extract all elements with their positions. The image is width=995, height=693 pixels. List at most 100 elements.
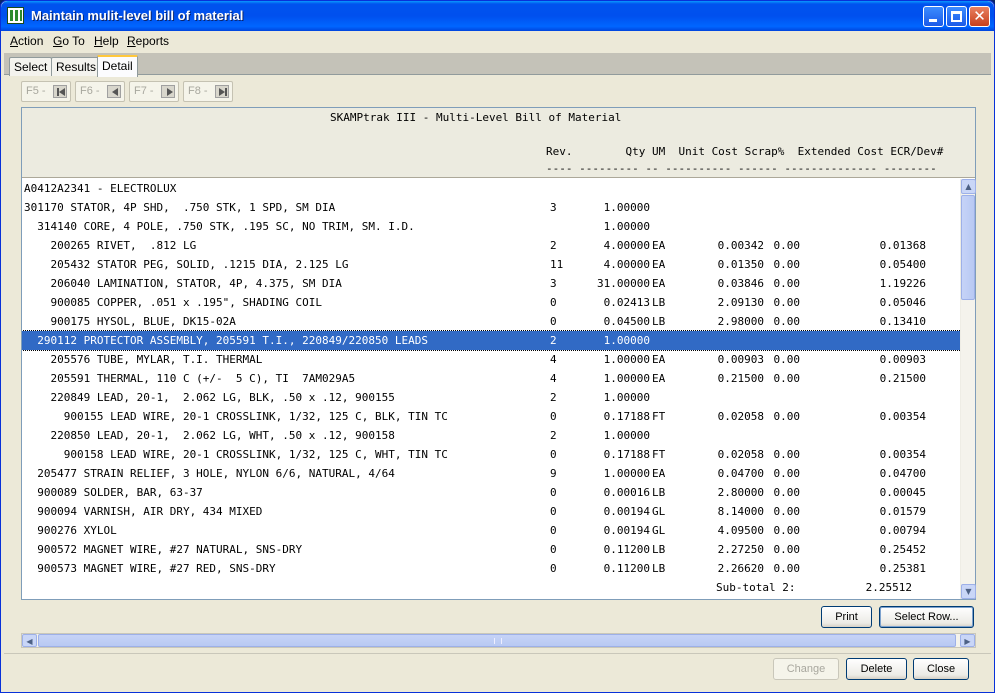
cell-um: LB [652,296,666,309]
next-record-button[interactable]: F7 - [129,81,179,102]
cell-ext: 0.13410 [879,315,926,328]
cell-desc: 900085 COPPER, .051 x .195", SHADING COI… [24,296,323,309]
tab-results[interactable]: Results [51,57,102,76]
previous-record-button[interactable]: F6 - [75,81,125,102]
main-window: Maintain mulit-level bill of material ✕ … [0,0,995,693]
scroll-down-icon[interactable]: ▼ [961,584,976,599]
table-row[interactable]: 220850 LEAD, 20-1, 2.062 LG, WHT, .50 x … [22,426,963,445]
cell-scrap: 0.00 [773,505,801,518]
next-record-label: F7 - [134,85,154,97]
cell-um: EA [652,353,666,366]
cell-desc: 220849 LEAD, 20-1, 2.062 LG, BLK, .50 x … [24,391,395,404]
cell-qty: 0.17188 [603,410,650,423]
title-bar[interactable]: Maintain mulit-level bill of material ✕ [1,1,994,31]
cell-rev: 0 [550,486,557,499]
cell-rev: 3 [550,277,557,290]
cell-unit: 0.21500 [717,372,764,385]
table-row[interactable]: 900155 LEAD WIRE, 20-1 CROSSLINK, 1/32, … [22,407,963,426]
table-row[interactable]: 900175 HYSOL, BLUE, DK15-02A 0 0.04500 LB 2.… [22,312,963,331]
subtotal-row: Sub-total 2: 2.25512 [22,578,963,597]
cell-desc: 200265 RIVET, .812 LG [24,239,197,252]
tab-select[interactable]: Select [9,57,53,76]
maximize-icon [951,11,962,22]
cell-unit: 8.14000 [717,505,764,518]
cell-unit: 2.26620 [717,562,764,575]
tab-detail[interactable]: Detail [97,55,138,77]
report-rows: A0412A2341 - ELECTROLUX 301170 STATOR, 4P… [22,179,963,599]
print-button[interactable]: Print [821,606,872,628]
cell-qty: 1.00000 [603,467,650,480]
table-row[interactable]: 205477 STRAIN RELIEF, 3 HOLE, NYLON 6/6,… [22,464,963,483]
cell-desc: 314140 CORE, 4 POLE, .750 STK, .195 SC, … [24,220,415,233]
cell-rev: 2 [550,239,557,252]
minimize-button[interactable] [923,6,944,27]
change-button[interactable]: Change [773,658,839,680]
table-row[interactable]: 205432 STATOR PEG, SOLID, .1215 DIA, 2.1… [22,255,963,274]
app-icon [7,7,24,24]
cell-unit: 2.27250 [717,543,764,556]
table-row-selected[interactable]: 290112 PROTECTOR ASSEMBLY, 205591 T.I., … [22,330,963,351]
scroll-left-icon[interactable]: ◀ [22,634,37,647]
previous-record-label: F6 - [80,85,100,97]
cell-unit: 2.80000 [717,486,764,499]
cell-scrap: 0.00 [773,562,801,575]
horizontal-scrollbar[interactable]: ◀ ▶ [21,633,976,648]
cell-um: FT [652,448,666,461]
column-header-underline: ---- --------- -- ---------- ------ ----… [546,162,937,175]
menu-go-to[interactable]: Go To [53,34,85,48]
cell-qty: 0.00016 [603,486,650,499]
table-row[interactable]: 900085 COPPER, .051 x .195", SHADING COI… [22,293,963,312]
cell-qty: 0.17188 [603,448,650,461]
table-row[interactable]: 205591 THERMAL, 110 C (+/- 5 C), TI 7AM0… [22,369,963,388]
horizontal-scroll-thumb[interactable] [38,634,956,647]
delete-button[interactable]: Delete [846,658,907,680]
scroll-right-icon[interactable]: ▶ [960,634,975,647]
table-row[interactable]: 200265 RIVET, .812 LG 2 4.00000 EA 0.00342 0.… [22,236,963,255]
cell-um: EA [652,467,666,480]
vertical-scroll-thumb[interactable] [961,195,975,300]
table-row[interactable]: 900572 MAGNET WIRE, #27 NATURAL, SNS-DRY… [22,540,963,559]
table-row[interactable]: 900158 LEAD WIRE, 20-1 CROSSLINK, 1/32, … [22,445,963,464]
table-row[interactable]: 314140 CORE, 4 POLE, .750 STK, .195 SC, … [22,217,963,236]
cell-rev: 4 [550,372,557,385]
menu-help[interactable]: Help [94,34,119,48]
cell-desc: 301170 STATOR, 4P SHD, .750 STK, 1 SPD, … [24,201,336,214]
vertical-scrollbar[interactable]: ▲ ▼ [960,179,976,599]
cell-ext: 0.05046 [879,296,926,309]
close-window-button[interactable]: ✕ [969,6,990,27]
table-row[interactable]: A0412A2341 - ELECTROLUX [22,179,963,198]
table-row[interactable]: 900276 XYLOL 0 0.00194 GL 4.09500 0.00 0.00794 [22,521,963,540]
cell-qty: 0.11200 [603,562,650,575]
table-row[interactable]: 301170 STATOR, 4P SHD, .750 STK, 1 SPD, … [22,198,963,217]
cell-ext: 0.00354 [879,410,926,423]
table-row[interactable]: 900573 MAGNET WIRE, #27 RED, SNS-DRY 0 0.1… [22,559,963,578]
table-row[interactable]: 900089 SOLDER, BAR, 63-37 0 0.00016 LB 2.800… [22,483,963,502]
cell-ext: 0.00045 [879,486,926,499]
cell-desc: 205591 THERMAL, 110 C (+/- 5 C), TI 7AM0… [24,372,356,385]
cell-unit: 0.04700 [717,467,764,480]
close-button[interactable]: Close [913,658,969,680]
cell-unit: 4.09500 [717,524,764,537]
cell-scrap: 0.00 [773,258,801,271]
menu-action[interactable]: Action [10,34,43,48]
table-row[interactable]: 220849 LEAD, 20-1, 2.062 LG, BLK, .50 x … [22,388,963,407]
maximize-button[interactable] [946,6,967,27]
first-record-button[interactable]: F5 - [21,81,71,102]
window-title: Maintain mulit-level bill of material [31,8,244,23]
cell-unit: 2.98000 [717,315,764,328]
cell-desc: 900089 SOLDER, BAR, 63-37 [24,486,203,499]
select-row-button[interactable]: Select Row... [879,606,974,628]
menu-reports[interactable]: Reports [127,34,169,48]
last-record-button[interactable]: F8 - [183,81,233,102]
scroll-up-icon[interactable]: ▲ [961,179,976,194]
minimize-icon [929,19,937,22]
cell-scrap: 0.00 [773,410,801,423]
cell-rev: 0 [550,448,557,461]
cell-rev: 0 [550,562,557,575]
table-row[interactable]: 205576 TUBE, MYLAR, T.I. THERMAL 4 1.00000… [22,350,963,369]
table-row[interactable]: 206040 LAMINATION, STATOR, 4P, 4.375, SM… [22,274,963,293]
cell-qty: 31.00000 [597,277,650,290]
table-row[interactable]: 900094 VARNISH, AIR DRY, 434 MIXED 0 0.001… [22,502,963,521]
cell-scrap: 0.00 [773,543,801,556]
cell-qty: 1.00000 [603,201,650,214]
